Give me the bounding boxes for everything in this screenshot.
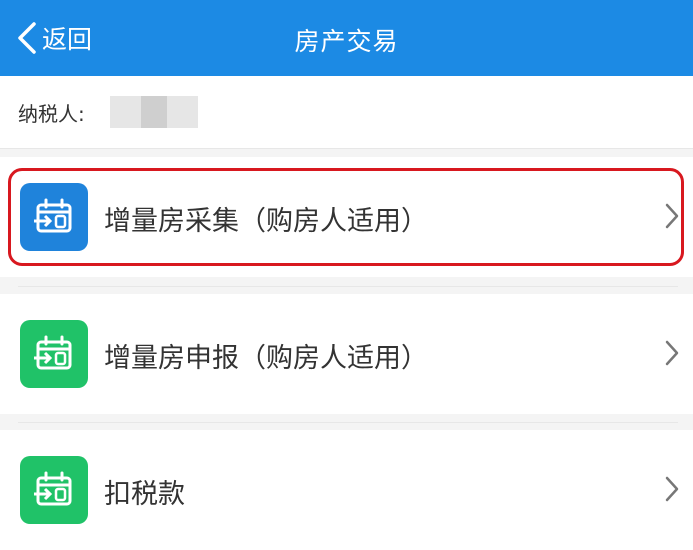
highlight-box — [8, 168, 684, 266]
app-header: 返回 房产交易 — [0, 0, 693, 76]
menu-item-label: 扣税款 — [104, 479, 185, 510]
page-title: 房产交易 — [294, 27, 399, 56]
chevron-right-icon — [665, 340, 679, 366]
divider — [0, 148, 693, 149]
calendar-arrow-icon — [20, 320, 88, 388]
chevron-right-icon — [665, 476, 679, 502]
taxpayer-info: 纳税人: — [0, 76, 693, 148]
menu-item-tax-deduction[interactable]: 扣税款 — [0, 430, 693, 550]
taxpayer-label: 纳税人: — [18, 102, 85, 126]
menu-item-label: 增量房申报（购房人适用） — [104, 343, 428, 374]
divider — [18, 422, 678, 423]
menu-item-new-house-declaration[interactable]: 增量房申报（购房人适用） — [0, 294, 693, 414]
taxpayer-name-redacted — [110, 96, 198, 128]
divider — [18, 286, 678, 287]
calendar-arrow-icon — [20, 456, 88, 524]
